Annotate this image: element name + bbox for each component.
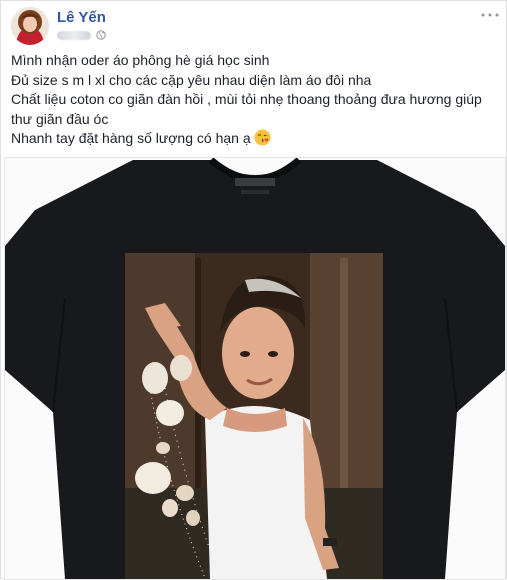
post-card: Lê Yến Mình nhận oder áo phông hè giá họ… bbox=[0, 0, 507, 580]
post-caption: Mình nhận oder áo phông hè giá học sinh … bbox=[11, 51, 501, 149]
kiss-emoji-icon bbox=[254, 129, 271, 146]
more-options-button[interactable] bbox=[479, 7, 501, 23]
author-name[interactable]: Lê Yến bbox=[57, 9, 106, 26]
caption-line-5: Nhanh tay đặt hàng số lượng có hạn ạ bbox=[11, 129, 501, 149]
caption-line-3: Chất liệu coton co giãn đàn hồi , mùi tỏ… bbox=[11, 91, 482, 108]
more-options-icon bbox=[481, 13, 499, 17]
globe-icon[interactable] bbox=[96, 30, 106, 40]
caption-line-4: thư giãn đầu óc bbox=[11, 110, 109, 127]
timestamp-blurred[interactable] bbox=[57, 30, 91, 40]
caption-line-5-text: Nhanh tay đặt hàng số lượng có hạn ạ bbox=[11, 130, 251, 147]
author-avatar[interactable] bbox=[11, 7, 49, 45]
post-header: Lê Yến bbox=[11, 7, 501, 47]
caption-line-2: Đủ size s m l xl cho các cặp yêu nhau di… bbox=[11, 71, 372, 88]
post-meta bbox=[57, 28, 106, 42]
tshirt-image bbox=[5, 158, 505, 579]
caption-line-1: Mình nhận oder áo phông hè giá học sinh bbox=[11, 52, 270, 68]
post-photo[interactable] bbox=[4, 157, 506, 580]
